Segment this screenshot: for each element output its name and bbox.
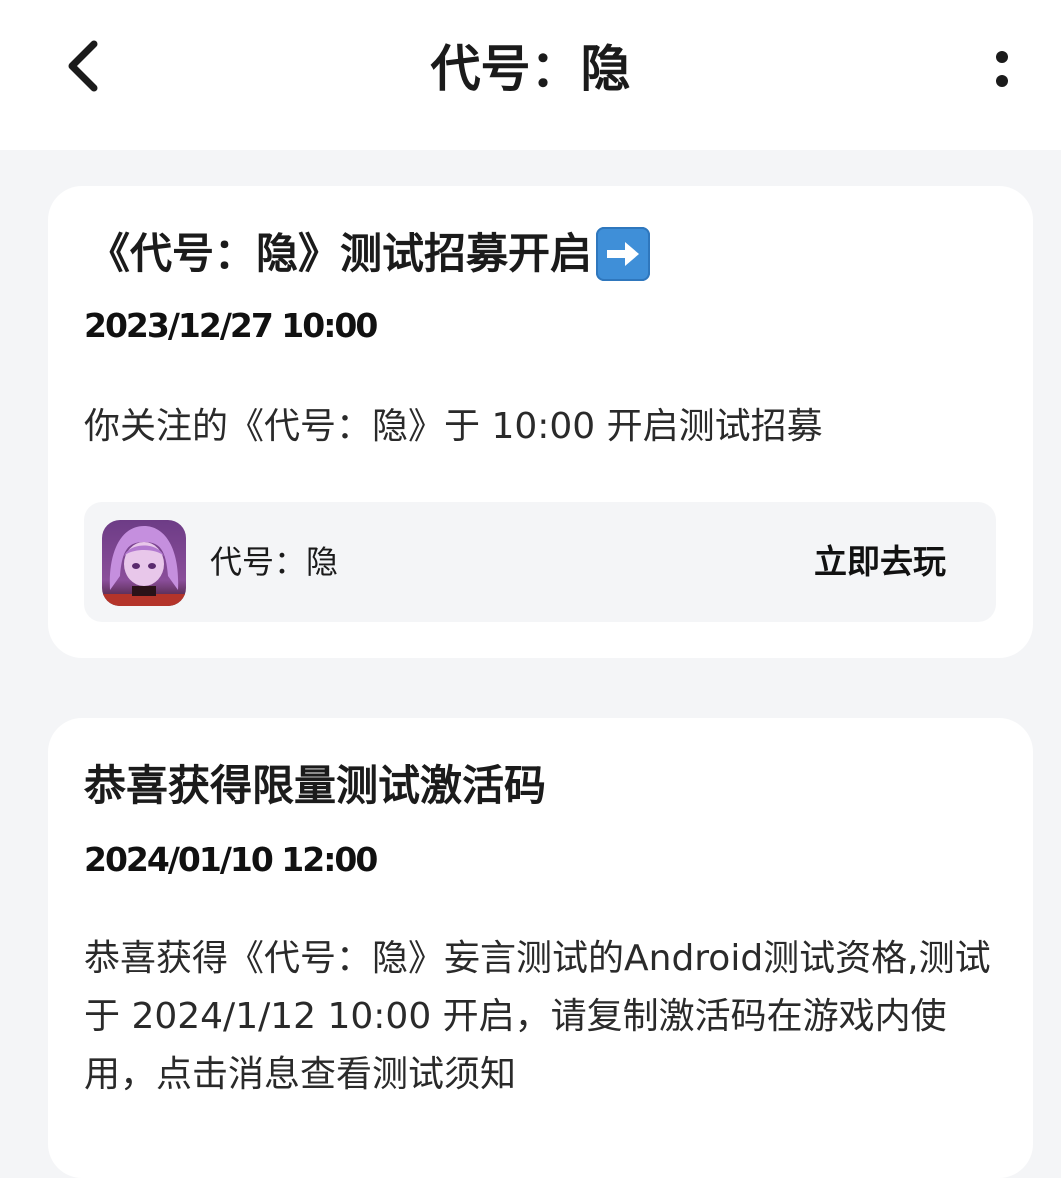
message-body: 恭喜获得《代号：隐》妄言测试的Android测试资格,测试于 2024/1/12…: [84, 938, 991, 1095]
game-app-icon: [102, 520, 186, 606]
message-title-text: 《代号：隐》测试招募开启: [88, 229, 593, 278]
message-title-text: 恭喜获得限量测试激活码: [84, 761, 547, 810]
game-entry[interactable]: 代号：隐 立即去玩: [84, 502, 996, 622]
message-title: 恭喜获得限量测试激活码: [84, 756, 1003, 816]
arrow-right-emoji-icon: [596, 227, 651, 281]
more-button[interactable]: [980, 36, 1024, 102]
game-name: 代号：隐: [210, 543, 339, 581]
message-card[interactable]: 恭喜获得限量测试激活码 2024/01/10 12:00 恭喜获得《代号：隐》妄…: [48, 718, 1033, 1178]
page-title: 代号：隐: [430, 40, 631, 98]
message-time: 2023/12/27 10:00: [84, 306, 378, 345]
message-body: 你关注的《代号：隐》于 10:00 开启测试招募: [84, 406, 823, 447]
top-bar: 代号：隐: [0, 0, 1061, 150]
play-now-button[interactable]: 立即去玩: [814, 536, 946, 588]
message-title: 《代号：隐》测试招募开启: [88, 224, 1003, 284]
message-time: 2024/01/10 12:00: [84, 840, 378, 879]
more-vertical-icon: [996, 51, 1008, 87]
message-card[interactable]: 《代号：隐》测试招募开启 2023/12/27 10:00 你关注的《代号：隐》…: [48, 186, 1033, 658]
